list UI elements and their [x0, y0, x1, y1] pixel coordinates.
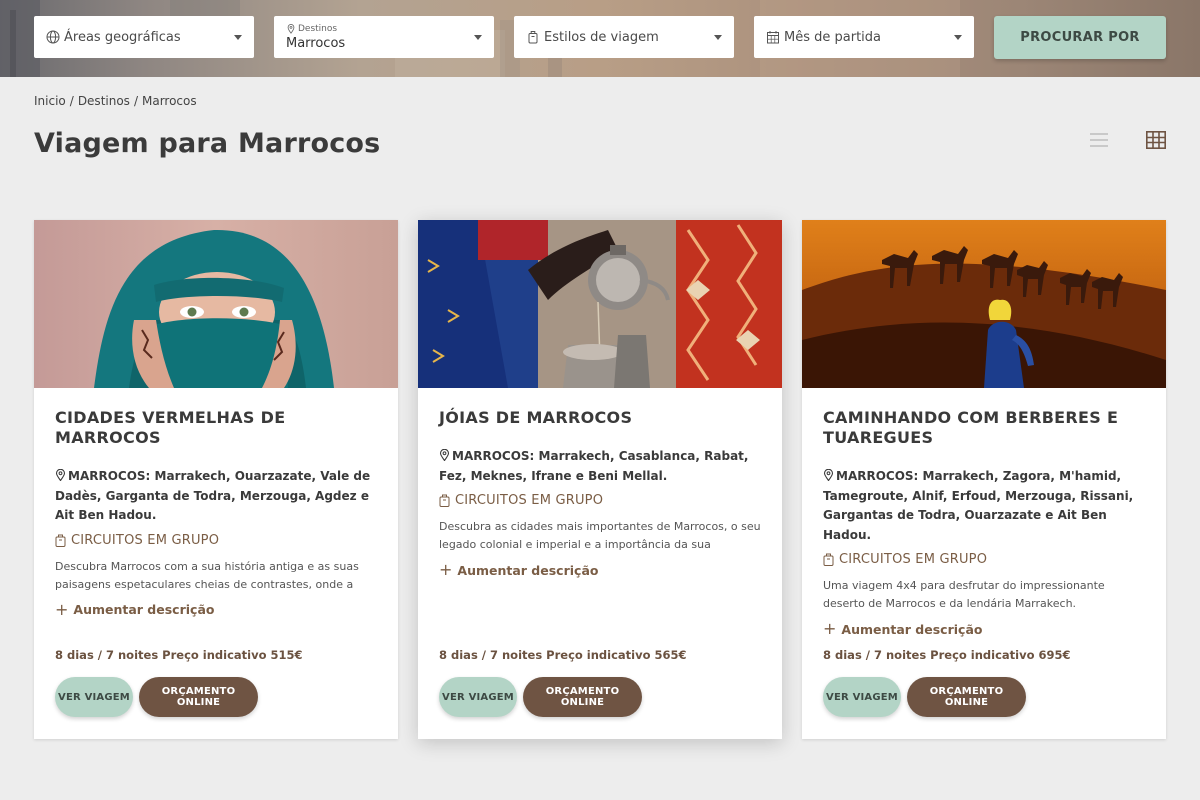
expand-description-link[interactable]: + Aumentar descrição	[823, 621, 1145, 637]
map-pin-icon	[823, 469, 834, 481]
destinations-caption: Destinos	[298, 23, 338, 34]
expand-description-label: Aumentar descrição	[457, 562, 599, 578]
trip-card-type: CIRCUITOS EM GRUPO	[55, 533, 377, 548]
trip-card-type: CIRCUITOS EM GRUPO	[439, 493, 761, 508]
trip-card-type-label: CIRCUITOS EM GRUPO	[455, 493, 604, 508]
expand-description-label: Aumentar descrição	[73, 602, 215, 617]
map-pin-icon	[287, 24, 295, 34]
expand-description-label: Aumentar descrição	[841, 621, 983, 637]
luggage-icon	[439, 494, 450, 507]
trip-card: CIDADES VERMELHAS DE MARROCOS MARROCOS: …	[34, 220, 398, 739]
chevron-down-icon	[954, 34, 962, 40]
map-pin-icon	[55, 469, 66, 481]
search-button[interactable]: PROCURAR POR	[994, 16, 1166, 59]
trip-card-description: Descubra Marrocos com a sua história ant…	[55, 559, 359, 591]
calendar-icon	[767, 31, 779, 44]
online-quote-button[interactable]: ORÇAMENTO ONLINE	[139, 677, 258, 717]
page-title: Viagem para Marrocos	[34, 128, 381, 159]
online-quote-button[interactable]: ORÇAMENTO ONLINE	[907, 677, 1026, 717]
trip-card-title[interactable]: JÓIAS DE MARROCOS	[439, 408, 761, 428]
travel-styles-label: Estilos de viagem	[544, 29, 659, 45]
list-view-icon[interactable]	[1089, 131, 1109, 149]
trip-card-type-label: CIRCUITOS EM GRUPO	[839, 552, 988, 567]
trip-card-image[interactable]	[802, 220, 1166, 388]
trip-card-title[interactable]: CIDADES VERMELHAS DE MARROCOS	[55, 408, 377, 448]
online-quote-button[interactable]: ORÇAMENTO ONLINE	[523, 677, 642, 717]
departure-month-select[interactable]: Mês de partida	[754, 16, 974, 58]
plus-icon: +	[439, 560, 453, 579]
trip-card-title[interactable]: CAMINHANDO COM BERBERES E TUAREGUES	[823, 408, 1145, 448]
trip-card-price: 8 dias / 7 noites Preço indicativo 565€	[439, 648, 687, 662]
trip-card-location-text: MARROCOS: Marrakech, Casablanca, Rabat, …	[439, 449, 749, 483]
mint-tea-pouring-image	[418, 220, 782, 388]
woman-in-teal-veil-image	[34, 220, 398, 388]
breadcrumb: Inicio / Destinos / Marrocos	[34, 94, 197, 108]
destinations-select[interactable]: Destinos Marrocos	[274, 16, 494, 58]
chevron-down-icon	[234, 34, 242, 40]
expand-description-link[interactable]: + Aumentar descrição	[439, 562, 761, 578]
trip-card-price: 8 dias / 7 noites Preço indicativo 515€	[55, 648, 303, 662]
trip-card-location-text: MARROCOS: Marrakech, Ouarzazate, Vale de…	[55, 469, 371, 522]
trip-card-type: CIRCUITOS EM GRUPO	[823, 552, 1145, 567]
luggage-icon	[528, 31, 538, 44]
trip-card-location: MARROCOS: Marrakech, Zagora, M'hamid, Ta…	[823, 467, 1145, 545]
areas-select[interactable]: Áreas geográficas	[34, 16, 254, 58]
trip-card-image[interactable]	[418, 220, 782, 388]
luggage-icon	[55, 534, 66, 547]
plus-icon: +	[55, 599, 69, 619]
trip-card: JÓIAS DE MARROCOS MARROCOS: Marrakech, C…	[418, 220, 782, 739]
trip-card-image[interactable]	[34, 220, 398, 388]
trip-card-location-text: MARROCOS: Marrakech, Zagora, M'hamid, Ta…	[823, 469, 1134, 542]
breadcrumb-current: Marrocos	[141, 94, 197, 108]
areas-select-label: Áreas geográficas	[64, 29, 181, 45]
breadcrumb-home-link[interactable]: Inicio	[34, 94, 66, 108]
search-bar: Áreas geográficas Destinos Marrocos Esti…	[0, 0, 1200, 77]
map-pin-icon	[439, 449, 450, 461]
trip-card-description: Descubra as cidades mais importantes de …	[439, 520, 761, 551]
departure-month-label: Mês de partida	[784, 29, 881, 45]
grid-view-icon[interactable]	[1146, 131, 1166, 149]
chevron-down-icon	[714, 34, 722, 40]
breadcrumb-separator: /	[133, 94, 138, 108]
view-trip-button[interactable]: VER VIAGEM	[55, 677, 133, 717]
trip-card-location: MARROCOS: Marrakech, Casablanca, Rabat, …	[439, 447, 761, 486]
expand-description-link[interactable]: + Aumentar descrição	[55, 599, 377, 619]
plus-icon: +	[823, 619, 837, 638]
trip-card-location: MARROCOS: Marrakech, Ouarzazate, Vale de…	[55, 467, 377, 526]
luggage-icon	[823, 553, 834, 566]
trip-card: CAMINHANDO COM BERBERES E TUAREGUES MARR…	[802, 220, 1166, 739]
view-trip-button[interactable]: VER VIAGEM	[439, 677, 517, 717]
chevron-down-icon	[474, 34, 482, 40]
desert-camel-caravan-image	[802, 220, 1166, 388]
trip-card-price: 8 dias / 7 noites Preço indicativo 695€	[823, 648, 1071, 662]
view-trip-button[interactable]: VER VIAGEM	[823, 677, 901, 717]
globe-icon	[46, 30, 60, 44]
breadcrumb-separator: /	[69, 94, 74, 108]
trip-card-description: Uma viagem 4x4 para desfrutar do impress…	[823, 579, 1105, 610]
travel-styles-select[interactable]: Estilos de viagem	[514, 16, 734, 58]
trip-card-type-label: CIRCUITOS EM GRUPO	[71, 532, 220, 548]
destinations-value: Marrocos	[286, 36, 346, 51]
breadcrumb-destinations-link[interactable]: Destinos	[78, 94, 130, 108]
